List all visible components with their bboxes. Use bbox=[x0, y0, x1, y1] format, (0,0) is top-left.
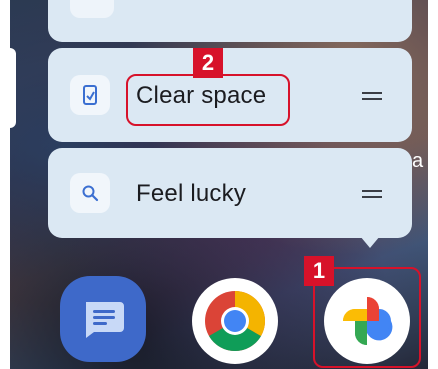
highlight-clear-space bbox=[126, 74, 290, 126]
messages-app-icon[interactable] bbox=[60, 276, 146, 362]
drag-handle-icon[interactable] bbox=[362, 92, 382, 100]
partial-shortcut-icon bbox=[70, 0, 114, 18]
menu-pointer bbox=[360, 236, 380, 248]
background-label-fragment: a bbox=[412, 150, 424, 172]
partial-widget bbox=[6, 48, 16, 128]
app-shortcut-icon bbox=[70, 75, 110, 115]
shortcut-item-partial[interactable] bbox=[48, 0, 412, 42]
step-badge-1: 1 bbox=[304, 256, 334, 286]
shortcut-label: Feel lucky bbox=[136, 180, 247, 207]
chrome-app-icon[interactable] bbox=[192, 278, 278, 364]
screen-border-right bbox=[428, 0, 438, 369]
shortcut-item-feel-lucky[interactable]: Feel lucky bbox=[48, 148, 412, 238]
drag-handle-icon[interactable] bbox=[362, 190, 382, 198]
search-icon bbox=[70, 173, 110, 213]
step-badge-2: 2 bbox=[193, 48, 223, 78]
